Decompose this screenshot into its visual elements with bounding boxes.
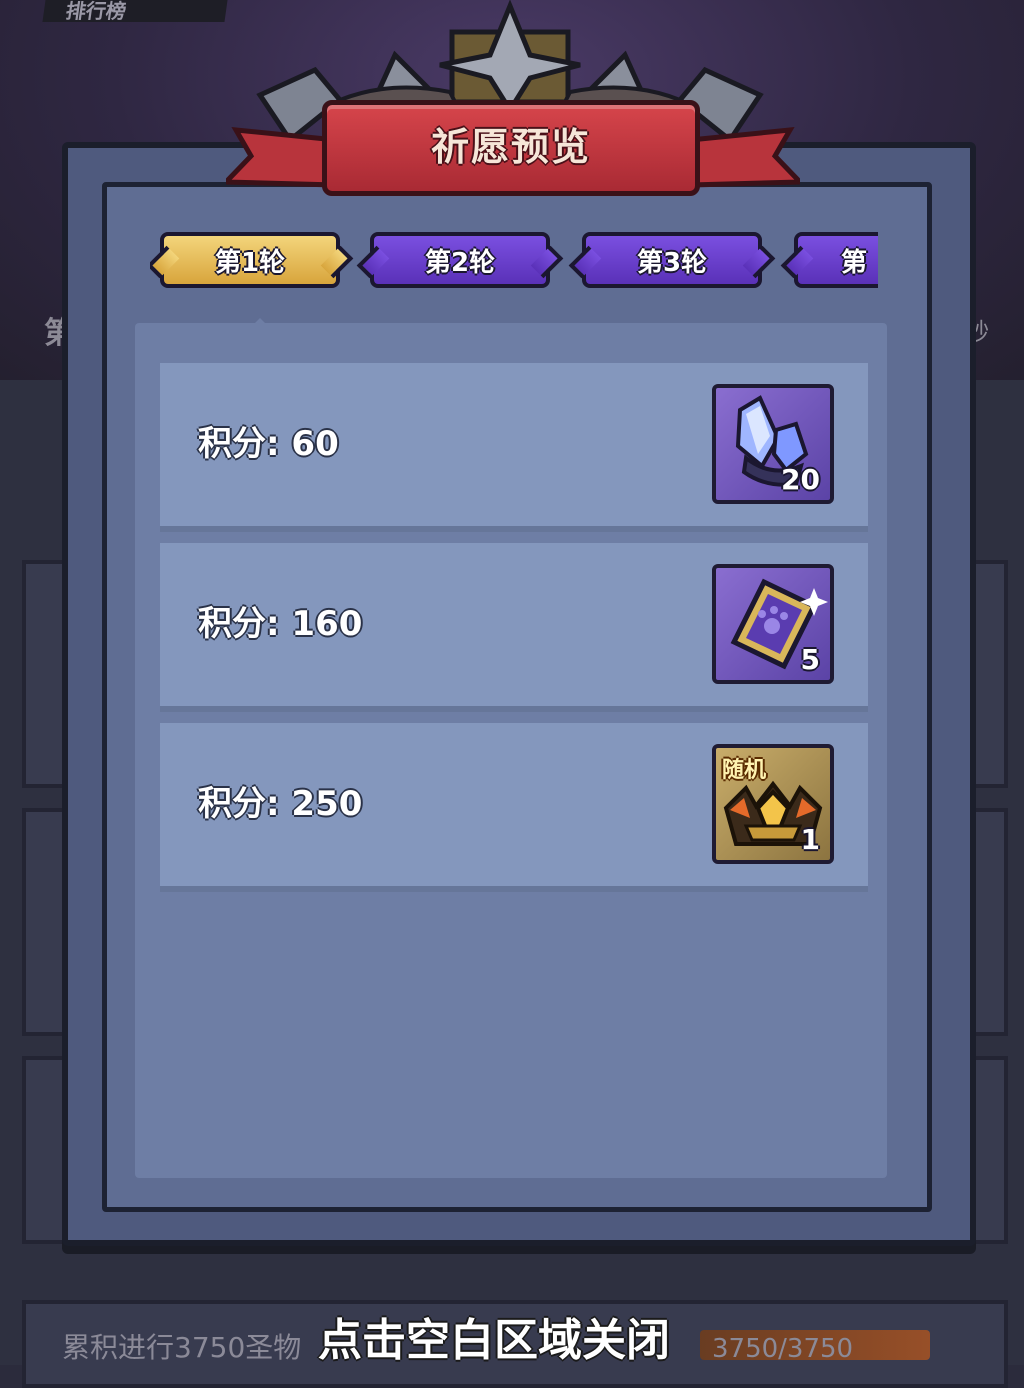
item-count: 20 <box>781 463 820 496</box>
tab-round-3[interactable]: 第3轮 <box>582 232 762 288</box>
tab-label: 第3轮 <box>636 247 708 278</box>
reward-item[interactable]: 随机 1 <box>712 744 834 864</box>
dialog-title: 祈愿预览 <box>430 125 591 169</box>
reward-item[interactable]: 5 <box>712 564 834 684</box>
reward-row: 积分: 250 随机 1 <box>160 723 868 886</box>
reward-points-label: 积分: 160 <box>198 604 363 644</box>
title-banner: 祈愿预览 <box>322 100 700 196</box>
random-tag: 随机 <box>722 758 767 783</box>
reward-item[interactable]: 20 <box>712 384 834 504</box>
background-progress-text: 3750/3750 <box>712 1334 854 1364</box>
tab-round-2[interactable]: 第2轮 <box>370 232 550 288</box>
reward-row: 积分: 160 5 <box>160 543 868 706</box>
tab-label: 第1轮 <box>214 247 286 278</box>
reward-points-label: 积分: 60 <box>198 424 339 464</box>
tab-pointer <box>246 318 274 332</box>
item-count: 1 <box>800 823 820 856</box>
close-hint[interactable]: 点击空白区域关闭 <box>318 1316 710 1365</box>
tab-round-4[interactable]: 第 <box>794 232 878 288</box>
item-count: 5 <box>800 643 820 676</box>
reward-row: 积分: 60 20 <box>160 363 868 526</box>
round-tabs: 第1轮 第2轮 第3轮 第 <box>150 226 878 296</box>
tab-round-1[interactable]: 第1轮 <box>160 232 340 288</box>
background-footer-text: 累积进行3750圣物 <box>62 1331 302 1364</box>
tab-label: 第2轮 <box>424 247 496 278</box>
reward-points-label: 积分: 250 <box>198 784 363 824</box>
tab-label: 第 <box>840 247 867 278</box>
rank-tab: 排行榜 <box>42 0 228 23</box>
